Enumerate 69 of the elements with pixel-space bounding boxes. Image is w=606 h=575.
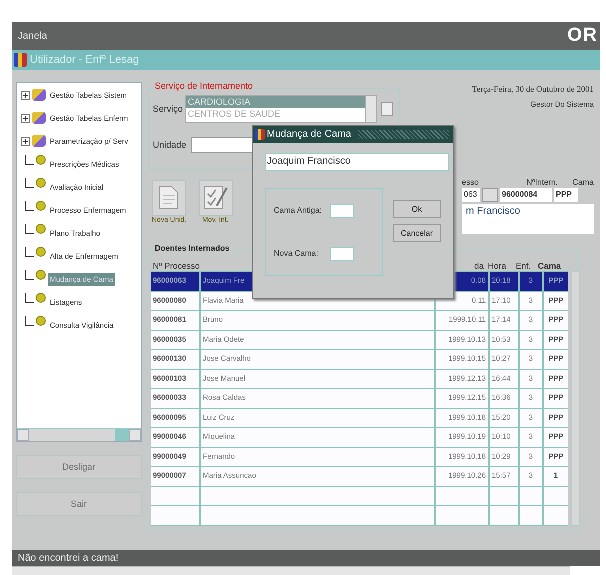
- date-text: Terça-Feira, 30 de Outubro de 2001: [472, 84, 594, 94]
- expand-icon[interactable]: [21, 114, 30, 122]
- column-header: NºIntern.: [526, 178, 558, 187]
- horizontal-scrollbar[interactable]: [17, 428, 141, 441]
- table-cell[interactable]: [151, 486, 199, 505]
- patient-name-field[interactable]: Joaquim Francisco: [265, 153, 449, 171]
- column-header: Enf.: [515, 261, 532, 271]
- folder-icon: [32, 89, 46, 101]
- list-icon[interactable]: [482, 188, 498, 202]
- bulb-icon: [36, 247, 46, 257]
- column-header: esso: [462, 178, 480, 187]
- checklist-icon: [202, 184, 229, 212]
- list-option[interactable]: CENTROS DE SAUDE: [186, 108, 365, 120]
- folder-icon: [32, 112, 46, 124]
- table-cell[interactable]: [544, 506, 568, 524]
- column-header: Cama: [537, 261, 560, 271]
- dialog-title: Mudança de Cama: [267, 129, 352, 140]
- list-icon[interactable]: [380, 102, 393, 116]
- intern-field[interactable]: 96000084: [500, 188, 552, 202]
- logo: OR: [568, 25, 598, 47]
- document-button[interactable]: [152, 180, 186, 216]
- bulb-icon: [36, 201, 46, 211]
- field-label: Nova Cama:: [274, 249, 320, 258]
- table-cell[interactable]: [544, 486, 568, 505]
- table-cell[interactable]: [151, 506, 199, 524]
- table-cell[interactable]: [520, 506, 542, 524]
- new-bed-field[interactable]: [330, 246, 354, 260]
- bulb-icon: [36, 293, 46, 303]
- table-cell[interactable]: [490, 506, 518, 524]
- group-title: Doentes Internados: [153, 244, 232, 253]
- bulb-icon: [36, 270, 46, 280]
- app-icon: [255, 129, 265, 140]
- table-cell[interactable]: [201, 486, 434, 505]
- expand-icon[interactable]: [21, 90, 30, 100]
- column-header: da: [474, 261, 485, 271]
- column-header: Nº Processo: [152, 261, 201, 271]
- vertical-scrollbar[interactable]: [571, 271, 580, 526]
- expand-icon[interactable]: [21, 136, 30, 146]
- process-field[interactable]: 063: [462, 188, 480, 202]
- horizontal-scrollbar[interactable]: [12, 566, 570, 575]
- list-option[interactable]: CARDIOLOGIA: [186, 96, 365, 108]
- name-field[interactable]: m Francisco: [462, 204, 594, 234]
- bed-field[interactable]: PPP: [554, 188, 578, 202]
- window-title: Janela: [18, 30, 48, 42]
- group-title: Serviço de Internamento: [153, 81, 256, 91]
- bulb-icon: [36, 224, 46, 234]
- table-cell[interactable]: [436, 506, 488, 524]
- user-label: Utilizador - Enfª Lesag: [30, 54, 140, 66]
- table-cell[interactable]: [490, 486, 518, 505]
- service-list[interactable]: CARDIOLOGIA CENTROS DE SAUDE: [185, 95, 377, 123]
- status-text: Não encontrei a cama!: [17, 553, 119, 564]
- app-icon: [14, 53, 27, 67]
- old-bed-field[interactable]: [330, 204, 354, 218]
- field-label: Cama Antiga:: [274, 206, 324, 215]
- folder-icon: [32, 135, 46, 147]
- column-header: Hora: [487, 261, 508, 271]
- table-cell[interactable]: [520, 486, 542, 505]
- bulb-icon: [36, 155, 46, 165]
- table-cell[interactable]: [201, 506, 434, 524]
- field-label: Unidade: [153, 140, 187, 150]
- vertical-scrollbar[interactable]: [364, 96, 376, 122]
- bulb-icon: [36, 316, 46, 326]
- ok-button[interactable]: Ok: [393, 200, 441, 218]
- cancel-button[interactable]: Cancelar: [393, 224, 441, 242]
- column-header: Cama: [572, 178, 594, 187]
- table-cell[interactable]: [436, 486, 488, 505]
- bulb-icon: [36, 178, 46, 188]
- field-label: Serviço: [153, 104, 184, 114]
- checklist-button[interactable]: [198, 180, 233, 216]
